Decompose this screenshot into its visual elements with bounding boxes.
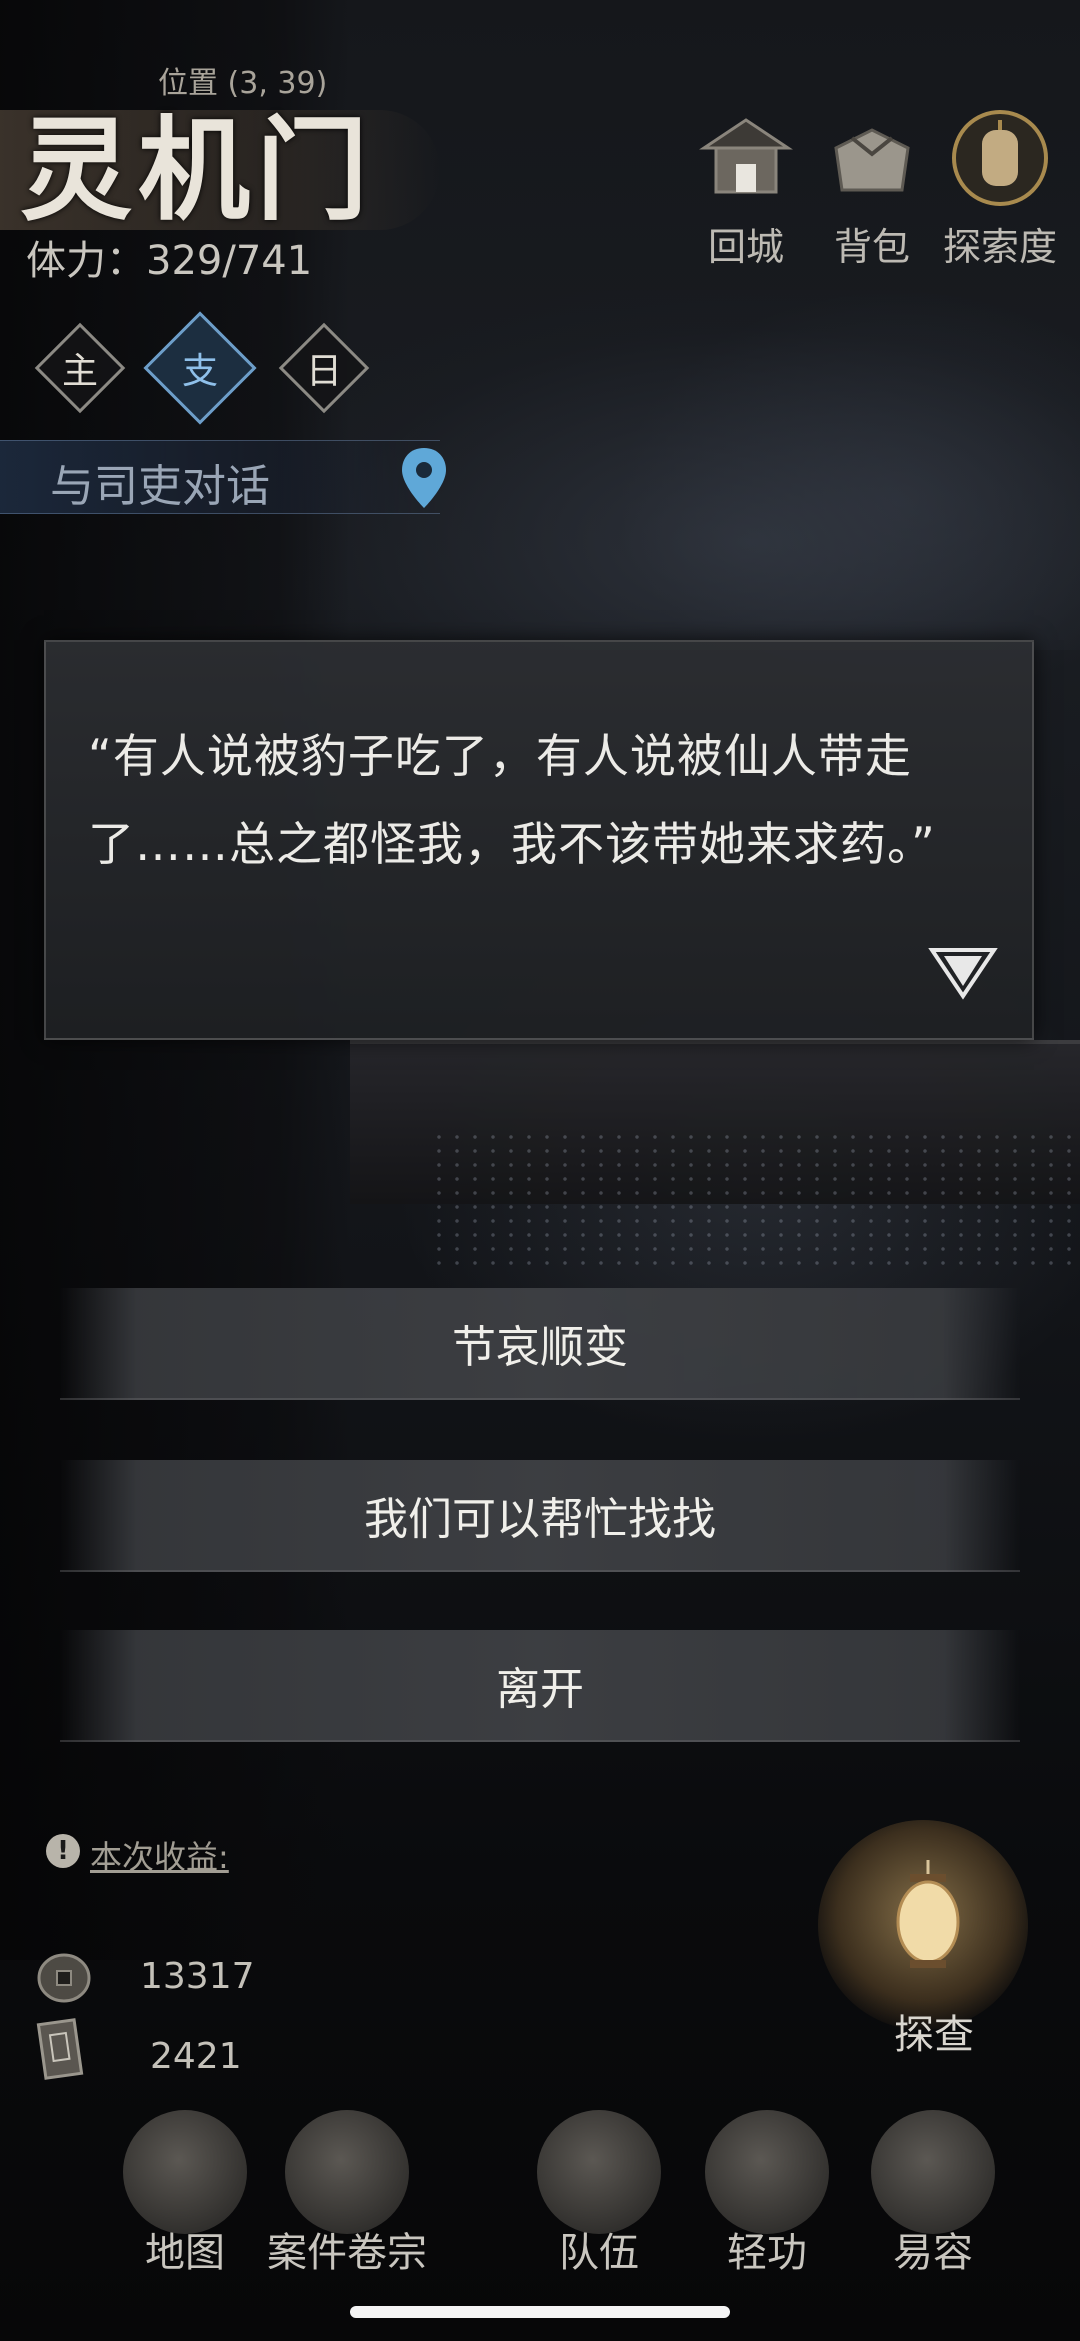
nav-disguise[interactable]: 易容 xyxy=(848,2110,1018,2280)
blossom-backdrop xyxy=(430,1130,1080,1270)
nav-qinggong[interactable]: 轻功 xyxy=(682,2110,852,2280)
return-city-label: 回城 xyxy=(707,225,784,269)
quest-tab-daily[interactable]: 日 xyxy=(278,322,370,414)
return-city-button[interactable]: 回城 xyxy=(686,108,806,269)
choice-button[interactable]: 节哀顺变 xyxy=(60,1288,1020,1400)
exclamation-icon: ! xyxy=(46,1834,80,1868)
earnings-label[interactable]: 本次收益: xyxy=(90,1832,229,1878)
nav-case-files[interactable]: 案件卷宗 xyxy=(262,2110,432,2280)
coins-value: 13317 xyxy=(140,1956,255,1997)
location-name: 灵机门 xyxy=(20,105,374,236)
lantern-icon xyxy=(952,110,1048,206)
nav-map[interactable]: 地图 xyxy=(100,2110,270,2280)
case-scroll-icon xyxy=(285,2110,409,2234)
exploration-label: 探索度 xyxy=(942,225,1057,269)
quest-tab-side[interactable]: 支 xyxy=(143,311,257,425)
choice-button[interactable]: 离开 xyxy=(60,1630,1020,1742)
dialogue-box[interactable]: “有人说被豹子吃了，有人说被仙人带走了……总之都怪我，我不该带她来求药。” xyxy=(44,640,1034,1040)
bundle-icon xyxy=(834,128,910,192)
boot-icon xyxy=(705,2110,829,2234)
quest-tab-main[interactable]: 主 xyxy=(34,322,126,414)
nav-team[interactable]: 队伍 xyxy=(514,2110,684,2280)
home-indicator[interactable] xyxy=(350,2306,730,2318)
triangle-down-icon[interactable] xyxy=(928,944,998,1000)
pavilion-icon xyxy=(699,118,793,194)
quest-tab-label: 日 xyxy=(305,351,342,392)
explore-label: 探查 xyxy=(894,2012,974,2058)
dialogue-text: “有人说被豹子吃了，有人说被仙人带走了……总之都怪我，我不该带她来求药。” xyxy=(88,729,936,871)
notes-value: 2421 xyxy=(150,2036,242,2077)
backpack-button[interactable]: 背包 xyxy=(812,108,932,269)
lantern-icon xyxy=(896,1860,960,1968)
stamina-readout: 体力：329/741 xyxy=(26,238,313,284)
quest-tab-label: 主 xyxy=(61,351,98,392)
backpack-label: 背包 xyxy=(833,225,910,269)
mask-icon xyxy=(871,2110,995,2234)
map-pin-icon[interactable] xyxy=(398,446,450,510)
exploration-button[interactable]: 探索度 xyxy=(940,108,1060,269)
choice-button[interactable]: 我们可以帮忙找找 xyxy=(60,1460,1020,1572)
coin-icon xyxy=(37,1953,91,2003)
straw-hat-icon xyxy=(537,2110,661,2234)
scroll-map-icon xyxy=(123,2110,247,2234)
banknote-icon xyxy=(36,2018,84,2080)
quest-tab-label: 支 xyxy=(181,351,218,392)
quest-tracker-text: 与司吏对话 xyxy=(50,461,270,512)
